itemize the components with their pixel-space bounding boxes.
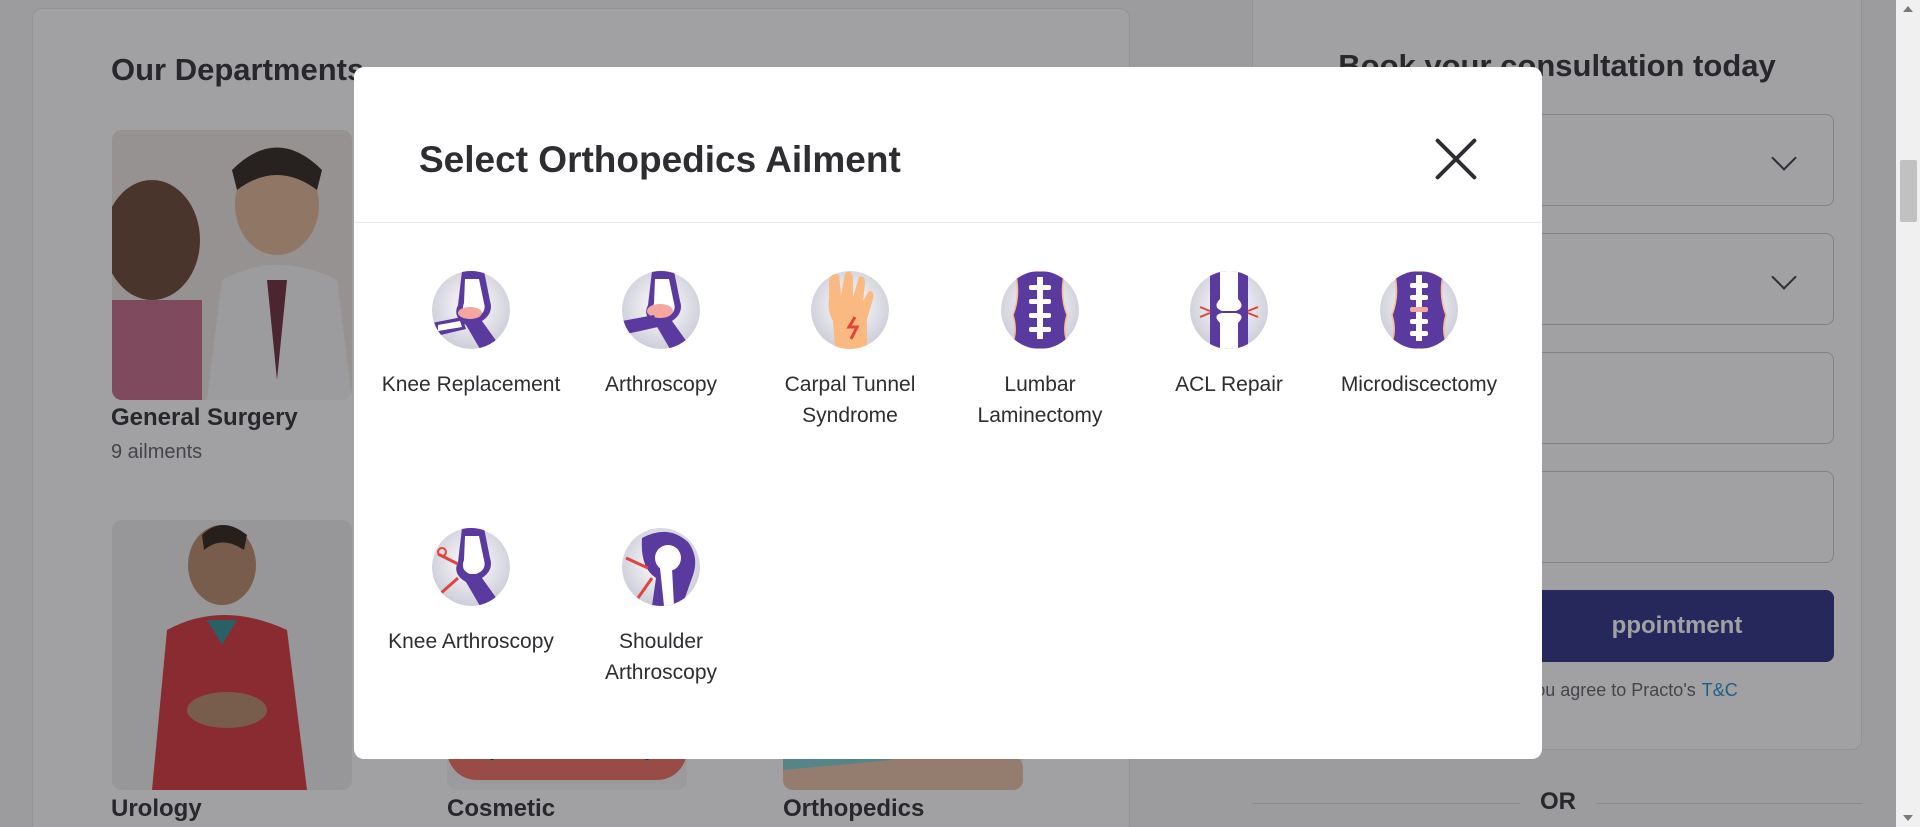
modal-header: Select Orthopedics Ailment	[354, 67, 1542, 223]
ailment-label: Arthroscopy	[604, 373, 718, 396]
ailment-lumbar-laminectomy[interactable]: Lumbar Laminectomy	[950, 271, 1130, 431]
ailment-label: Shoulder Arthroscopy	[604, 630, 718, 684]
ailment-microdiscectomy[interactable]: Microdiscectomy	[1329, 271, 1509, 400]
ailment-knee-arthroscopy[interactable]: Knee Arthroscopy	[381, 528, 561, 657]
ailment-modal: Select Orthopedics Ailment Knee Replacem…	[354, 67, 1542, 759]
acl-repair-icon	[1190, 271, 1268, 349]
ailment-label: Knee Arthroscopy	[388, 630, 554, 653]
microdiscectomy-icon	[1380, 271, 1458, 349]
knee-replacement-icon	[432, 271, 510, 349]
carpal-tunnel-icon	[811, 271, 889, 349]
page-scrollbar[interactable]	[1896, 0, 1920, 827]
scroll-down-icon[interactable]	[1903, 815, 1913, 821]
ailment-knee-replacement[interactable]: Knee Replacement	[381, 271, 561, 400]
ailment-label: Carpal Tunnel Syndrome	[784, 373, 916, 427]
lumbar-laminectomy-icon	[1001, 271, 1079, 349]
shoulder-arthroscopy-icon	[622, 528, 700, 606]
ailment-label: Lumbar Laminectomy	[977, 373, 1103, 427]
ailment-label: ACL Repair	[1175, 373, 1283, 396]
scroll-up-icon[interactable]	[1903, 6, 1913, 12]
ailment-shoulder-arthroscopy[interactable]: Shoulder Arthroscopy	[571, 528, 751, 688]
close-icon[interactable]	[1432, 135, 1480, 183]
ailment-carpal-tunnel[interactable]: Carpal Tunnel Syndrome	[760, 271, 940, 431]
scroll-thumb[interactable]	[1900, 160, 1917, 222]
modal-title: Select Orthopedics Ailment	[419, 139, 901, 180]
ailment-acl-repair[interactable]: ACL Repair	[1139, 271, 1319, 400]
arthroscopy-icon	[622, 271, 700, 349]
ailment-arthroscopy[interactable]: Arthroscopy	[571, 271, 751, 400]
ailment-label: Microdiscectomy	[1340, 373, 1498, 396]
ailment-label: Knee Replacement	[381, 373, 561, 396]
knee-arthroscopy-icon	[432, 528, 510, 606]
